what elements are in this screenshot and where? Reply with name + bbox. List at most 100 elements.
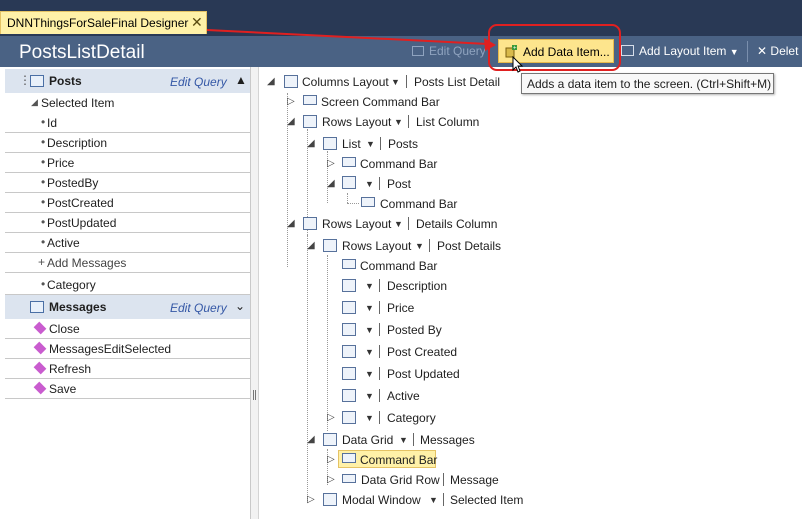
splitter-grip-icon[interactable] <box>253 390 256 400</box>
add-layout-item-button[interactable]: Add Layout Item ▼ <box>639 44 739 58</box>
expand-triangle-icon[interactable]: ▷ <box>307 494 315 505</box>
command-item[interactable]: Save <box>5 379 250 399</box>
posts-edit-query-link[interactable]: Edit Query <box>170 75 227 89</box>
expand-triangle-icon[interactable]: ▷ <box>327 474 335 485</box>
edit-query-icon <box>412 46 424 56</box>
expand-triangle-icon[interactable]: ▷ <box>327 412 335 423</box>
expand-triangle-icon[interactable]: ▷ <box>327 158 335 169</box>
dropdown-arrow-icon[interactable]: ▼ <box>429 495 438 505</box>
delete-button[interactable]: ✕ Delet <box>757 44 798 58</box>
field-label: Active <box>47 236 80 250</box>
chevron-up-icon[interactable]: ▲ <box>235 73 247 87</box>
tree-node-label: Screen Command Bar <box>321 95 440 109</box>
collapse-triangle-icon[interactable]: ◢ <box>307 434 315 445</box>
tree-node-label: Command Bar <box>360 157 438 171</box>
tree-node-label: Command Bar <box>380 197 458 211</box>
separator <box>408 217 409 230</box>
selected-item-node[interactable]: ◢ Selected Item <box>5 93 250 113</box>
date-picker-icon <box>342 345 356 358</box>
field-item-description[interactable]: • Description <box>5 133 250 153</box>
screen-header: PostsListDetail Edit Query + Add Data It… <box>0 36 802 67</box>
tree-node-name: Post <box>387 177 412 191</box>
collapse-triangle-icon[interactable]: ◢ <box>287 218 295 229</box>
method-icon <box>33 341 47 355</box>
add-messages-item[interactable]: + Add Messages <box>5 253 250 273</box>
dropdown-arrow-icon[interactable]: ▼ <box>365 391 374 401</box>
command-bar-icon <box>342 259 356 269</box>
command-bar-icon <box>361 197 375 207</box>
dropdown-arrow-icon[interactable]: ▼ <box>365 347 374 357</box>
separator <box>429 239 430 252</box>
designer-tab[interactable]: DNNThingsForSaleFinal Designer ✕ <box>0 11 207 34</box>
expand-triangle-icon[interactable]: ▷ <box>287 96 295 107</box>
collapse-triangle-icon[interactable]: ◢ <box>327 178 335 189</box>
collapse-triangle-icon[interactable]: ◢ <box>307 240 315 251</box>
data-grid-icon <box>323 433 337 446</box>
screen-title: PostsListDetail <box>19 42 145 63</box>
separator <box>379 367 380 380</box>
tree-node-label: Rows Layout <box>322 217 392 231</box>
field-item-postupdated[interactable]: • PostUpdated <box>5 213 250 233</box>
field-label: PostedBy <box>47 176 99 190</box>
tree-guide <box>347 203 359 204</box>
tree-node-name: Post Details <box>437 239 502 253</box>
collapse-triangle-icon[interactable]: ◢ <box>267 76 275 87</box>
messages-edit-query-link[interactable]: Edit Query <box>170 301 227 315</box>
plus-icon: + <box>38 255 46 269</box>
command-item[interactable]: Refresh <box>5 359 250 379</box>
bullet-icon: • <box>41 277 46 291</box>
close-icon[interactable]: ✕ <box>191 14 203 31</box>
delete-icon: ✕ <box>757 44 768 58</box>
date-picker-icon <box>342 367 356 380</box>
command-item[interactable]: Close <box>5 319 250 339</box>
tree-node-label: Command Bar <box>360 259 438 273</box>
field-item-postedby[interactable]: • PostedBy <box>5 173 250 193</box>
edit-query-button[interactable]: Edit Query <box>412 44 486 58</box>
dropdown-arrow-icon[interactable]: ▼ <box>365 281 374 291</box>
summary-icon <box>342 411 356 424</box>
text-box-icon <box>342 323 356 336</box>
dropdown-arrow-icon[interactable]: ▼ <box>365 369 374 379</box>
dropdown-arrow-icon[interactable]: ▼ <box>365 303 374 313</box>
tree-node-label: Post Updated <box>387 367 460 381</box>
posts-group-header[interactable]: ⋮ Posts Edit Query ▲ <box>5 69 250 93</box>
tree-node-label: Data Grid <box>342 433 394 447</box>
chevron-down-icon[interactable]: ⌄ <box>235 299 245 313</box>
field-item-price[interactable]: • Price <box>5 153 250 173</box>
data-grid-row-icon <box>342 474 356 483</box>
field-label: Price <box>47 156 75 170</box>
collection-icon <box>30 75 44 87</box>
dropdown-arrow-icon[interactable]: ▼ <box>394 219 403 229</box>
collapse-triangle-icon[interactable]: ◢ <box>307 138 315 149</box>
selected-item-label: Selected Item <box>41 96 115 110</box>
expand-triangle-icon[interactable]: ▷ <box>327 454 335 465</box>
dropdown-arrow-icon[interactable]: ▼ <box>399 435 408 445</box>
command-label: MessagesEditSelected <box>49 342 172 356</box>
dropdown-arrow-icon[interactable]: ▼ <box>415 241 424 251</box>
command-bar-icon <box>342 157 356 167</box>
field-item-id[interactable]: • Id <box>5 113 250 133</box>
dropdown-arrow-icon[interactable]: ▼ <box>394 117 403 127</box>
field-label: PostCreated <box>47 196 114 210</box>
dropdown-arrow-icon[interactable]: ▼ <box>365 413 374 423</box>
field-item-category[interactable]: • Category <box>5 275 250 295</box>
dropdown-arrow-icon[interactable]: ▼ <box>366 139 375 149</box>
dropdown-arrow-icon[interactable]: ▼ <box>365 179 374 189</box>
separator <box>443 473 444 486</box>
collapse-triangle-icon[interactable]: ◢ <box>31 97 38 108</box>
messages-group-header[interactable]: Messages Edit Query ⌄ <box>5 295 250 319</box>
tree-node-name: Selected Item <box>450 493 524 507</box>
tree-node-label: Posted By <box>387 323 442 337</box>
dropdown-arrow-icon[interactable]: ▼ <box>365 325 374 335</box>
dropdown-arrow-icon[interactable]: ▼ <box>391 77 400 87</box>
field-label: Description <box>47 136 108 150</box>
tree-guide <box>327 255 328 431</box>
field-item-postcreated[interactable]: • PostCreated <box>5 193 250 213</box>
panel-splitter[interactable] <box>251 67 259 519</box>
command-bar-icon <box>342 453 356 463</box>
collapse-triangle-icon[interactable]: ◢ <box>287 116 295 127</box>
add-layout-item-label: Add Layout Item <box>639 44 727 58</box>
command-item[interactable]: MessagesEditSelected <box>5 339 250 359</box>
toolbar-separator <box>747 41 748 62</box>
field-item-active[interactable]: • Active <box>5 233 250 253</box>
